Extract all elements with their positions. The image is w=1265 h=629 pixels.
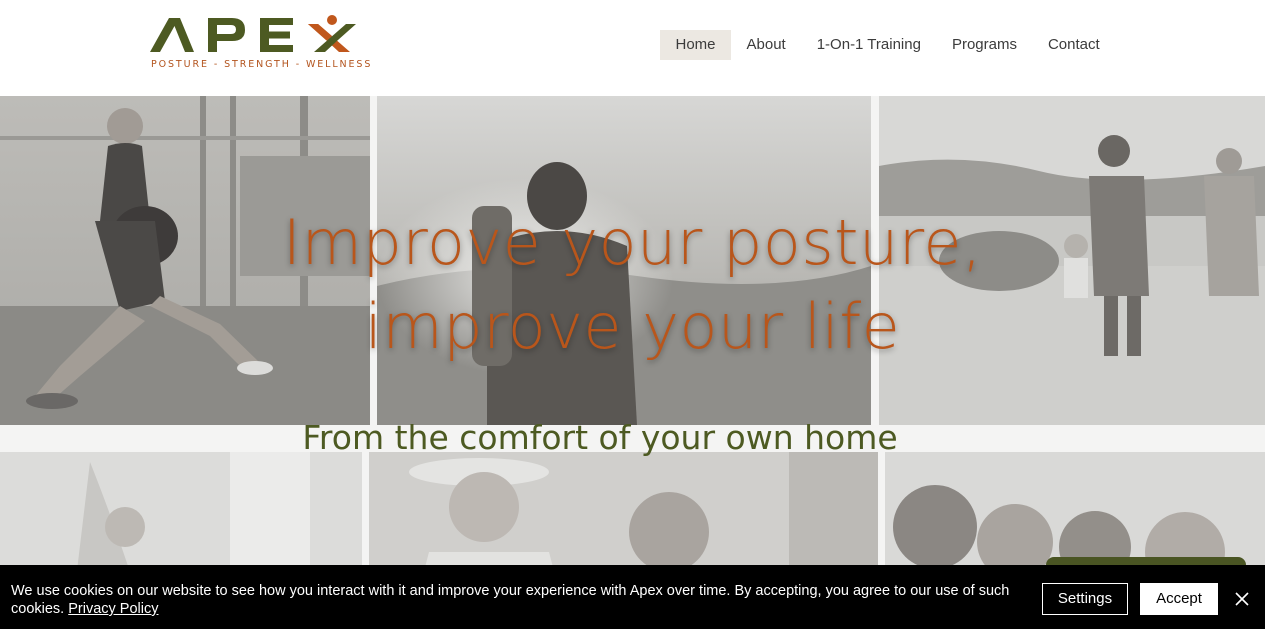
- hero-subheadline: From the comfort of your own home: [302, 418, 898, 457]
- close-icon[interactable]: [1232, 589, 1252, 609]
- nav-home[interactable]: Home: [660, 30, 732, 60]
- hero-headline-line2: improve your life: [364, 290, 901, 363]
- apex-wordmark: [150, 15, 356, 52]
- cookie-message: We use cookies on our website to see how…: [11, 582, 1021, 618]
- cookie-banner: We use cookies on our website to see how…: [0, 565, 1265, 629]
- nav-contact[interactable]: Contact: [1032, 30, 1115, 60]
- nav-about[interactable]: About: [731, 30, 801, 60]
- brand-tagline: POSTURE - STRENGTH - WELLNESS: [151, 59, 373, 70]
- site-header: POSTURE - STRENGTH - WELLNESS Home About…: [0, 0, 1265, 96]
- privacy-policy-link[interactable]: Privacy Policy: [68, 601, 158, 617]
- hero-headline: Improve your posture, improve your life: [0, 201, 1265, 369]
- hero-headline-line1: Improve your posture,: [282, 206, 983, 279]
- cookie-accept-button[interactable]: Accept: [1140, 583, 1218, 615]
- apex-logo[interactable]: POSTURE - STRENGTH - WELLNESS: [150, 14, 370, 72]
- nav-training[interactable]: 1-On-1 Training: [801, 30, 936, 60]
- nav-programs[interactable]: Programs: [936, 30, 1032, 60]
- cookie-settings-button[interactable]: Settings: [1042, 583, 1128, 615]
- cookie-message-text: We use cookies on our website to see how…: [11, 583, 1010, 617]
- main-nav: Home About 1-On-1 Training Programs Cont…: [660, 30, 1115, 60]
- hero-section: Improve your posture, improve your life …: [0, 96, 1265, 629]
